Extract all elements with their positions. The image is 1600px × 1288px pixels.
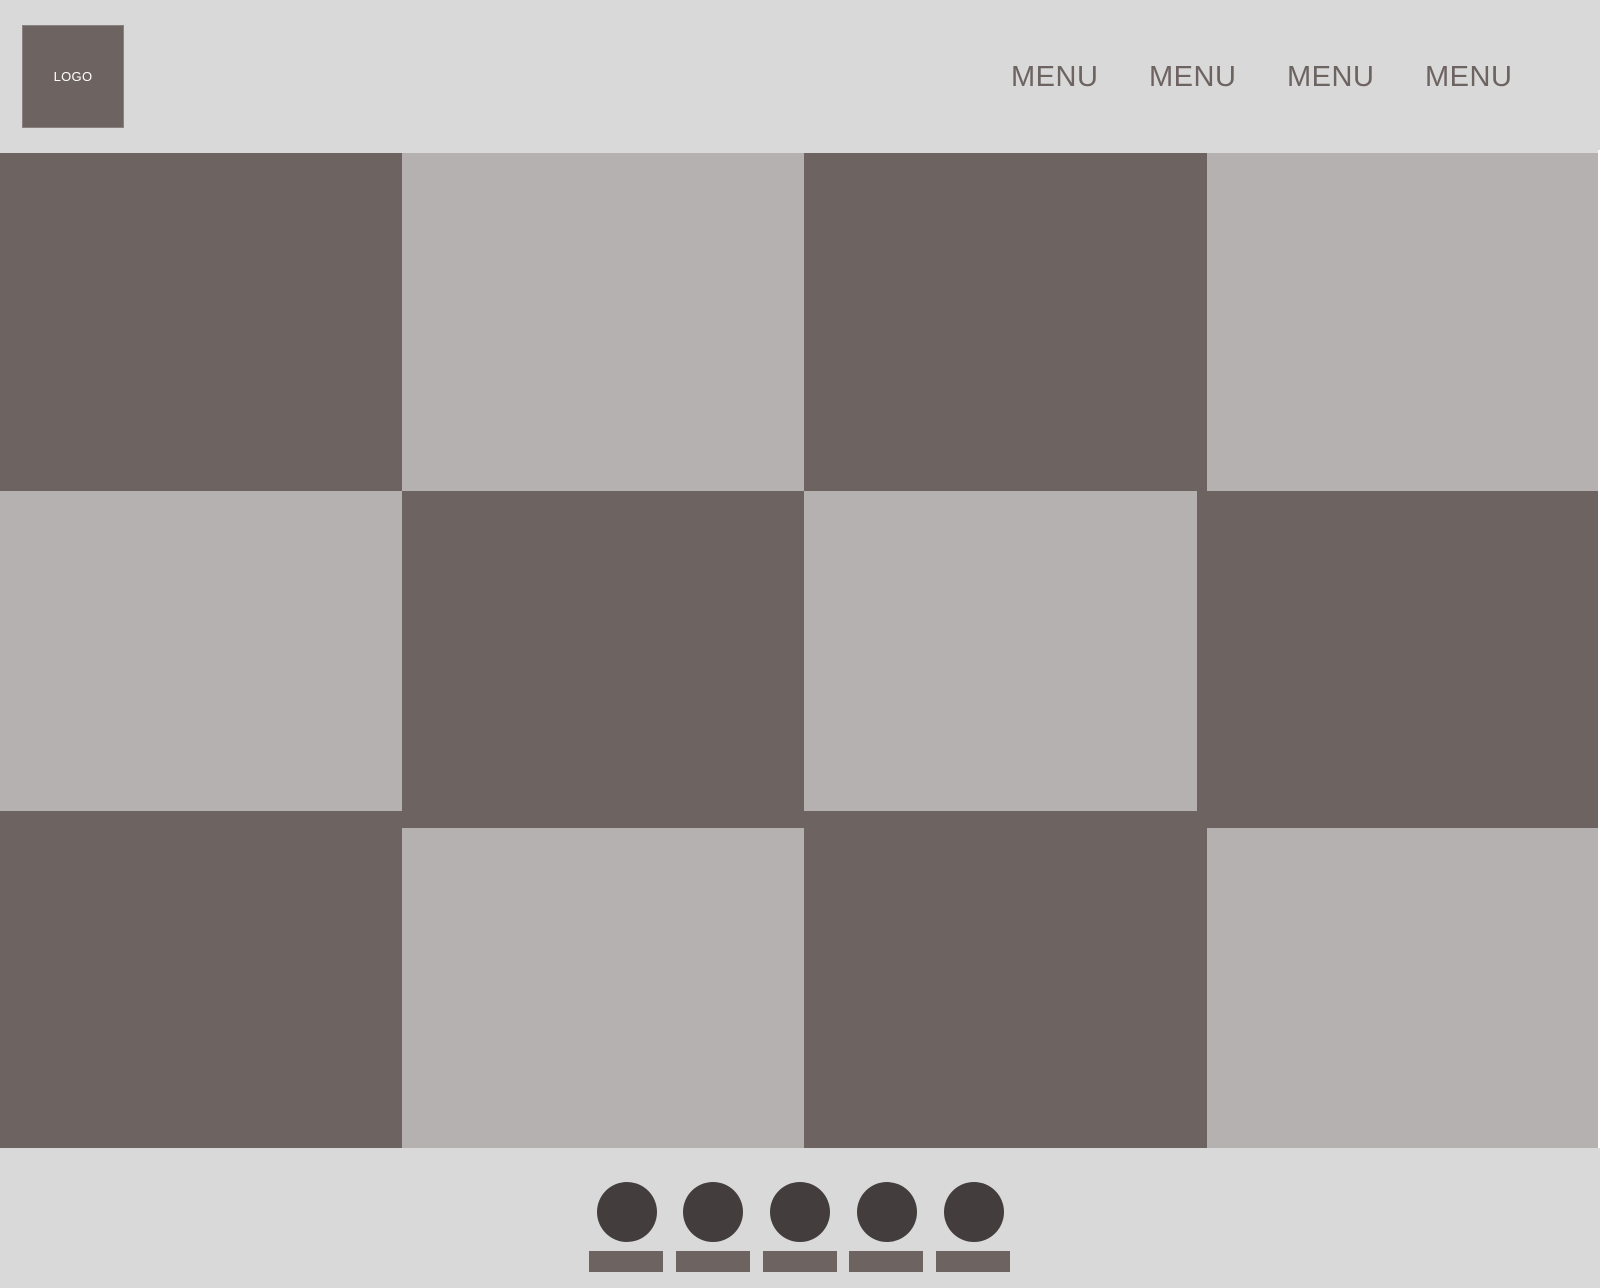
gallery-tile-4[interactable]	[1207, 153, 1600, 491]
nav-menu-3[interactable]: MENU	[1287, 57, 1374, 97]
main-nav: MENU MENU MENU MENU	[0, 57, 1600, 97]
gallery-tile-7[interactable]	[804, 491, 1197, 811]
footer-link-1[interactable]	[589, 1251, 663, 1272]
nav-menu-2[interactable]: MENU	[1149, 57, 1236, 97]
gallery-tile-3[interactable]	[804, 153, 1207, 491]
social-icon-4[interactable]	[857, 1182, 917, 1242]
nav-menu-1[interactable]: MENU	[1011, 57, 1098, 97]
gallery-tile-6[interactable]	[402, 491, 804, 828]
header: LOGO MENU MENU MENU MENU	[0, 0, 1600, 153]
gallery-tile-12[interactable]	[1207, 828, 1600, 1148]
page: LOGO MENU MENU MENU MENU	[0, 0, 1600, 1288]
footer	[0, 1148, 1600, 1288]
footer-link-2[interactable]	[676, 1251, 750, 1272]
gallery-tile-9[interactable]	[0, 811, 402, 1148]
nav-menu-4[interactable]: MENU	[1425, 57, 1512, 97]
gallery-tile-8[interactable]	[1197, 491, 1600, 828]
gallery-tile-2[interactable]	[402, 153, 804, 491]
social-icon-1[interactable]	[597, 1182, 657, 1242]
footer-link-3[interactable]	[763, 1251, 837, 1272]
footer-link-5[interactable]	[936, 1251, 1010, 1272]
footer-link-4[interactable]	[849, 1251, 923, 1272]
gallery-tile-5[interactable]	[0, 491, 402, 811]
gallery-tile-1[interactable]	[0, 153, 402, 491]
gallery-tile-11[interactable]	[804, 811, 1207, 1148]
social-icon-5[interactable]	[944, 1182, 1004, 1242]
social-icon-2[interactable]	[683, 1182, 743, 1242]
social-icon-3[interactable]	[770, 1182, 830, 1242]
gallery-tile-10[interactable]	[402, 828, 804, 1148]
